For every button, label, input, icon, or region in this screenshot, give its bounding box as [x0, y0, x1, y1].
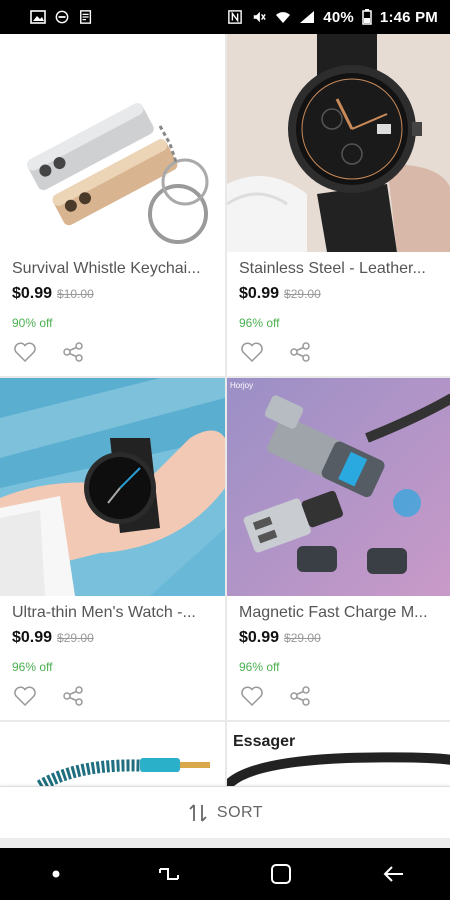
share-button[interactable] — [60, 685, 86, 707]
price-row: $0.99 $29.00 — [239, 629, 321, 647]
share-button[interactable] — [287, 685, 313, 707]
product-title[interactable]: Magnetic Fast Charge M... — [239, 604, 444, 622]
discount-label: 96% off — [12, 660, 53, 674]
card-actions — [12, 685, 86, 707]
battery-icon — [362, 9, 372, 25]
essager-cable-image: Essager — [227, 722, 450, 786]
discount-label: 96% off — [239, 660, 280, 674]
product-price: $0.99 — [12, 285, 53, 302]
signal-icon — [300, 11, 315, 23]
favorite-button[interactable] — [12, 341, 38, 363]
heart-icon — [241, 342, 263, 362]
favorite-button[interactable] — [239, 685, 265, 707]
brand-watermark: Horjoy — [230, 381, 253, 390]
back-arrow-icon — [383, 866, 403, 882]
share-icon — [63, 686, 83, 706]
favorite-button[interactable] — [239, 341, 265, 363]
original-price: $29.00 — [284, 287, 321, 301]
aux-cable-image — [0, 722, 225, 786]
whistle-keychain-image — [0, 34, 225, 252]
share-button[interactable] — [60, 341, 86, 363]
product-card[interactable]: Stainless Steel - Leather... $0.99 $29.0… — [227, 34, 450, 376]
mute-icon — [254, 11, 266, 23]
home-button[interactable] — [261, 854, 301, 894]
dot-icon — [52, 870, 60, 878]
status-right-icons: 40% 1:46 PM — [227, 9, 438, 26]
share-icon — [290, 342, 310, 362]
ultra-thin-watch-image — [0, 378, 225, 596]
bottom-gap — [0, 838, 450, 848]
heart-icon — [14, 686, 36, 706]
magnetic-cable-image: Horjoy — [227, 378, 450, 596]
back-button[interactable] — [374, 854, 414, 894]
sort-button[interactable]: SORT — [0, 786, 450, 839]
product-card[interactable] — [0, 722, 225, 786]
product-image[interactable] — [0, 722, 225, 786]
discount-label: 90% off — [12, 316, 53, 330]
clock: 1:46 PM — [379, 8, 438, 26]
nfc-icon — [228, 10, 243, 24]
product-card[interactable]: Ultra-thin Men's Watch -... $0.99 $29.00… — [0, 378, 225, 720]
product-price: $0.99 — [12, 629, 53, 646]
product-title[interactable]: Survival Whistle Keychai... — [12, 260, 217, 278]
status-left-icons — [30, 10, 94, 24]
product-card[interactable]: Essager — [227, 722, 450, 786]
wifi-icon — [276, 12, 291, 23]
product-card[interactable]: Survival Whistle Keychai... $0.99 $10.00… — [0, 34, 225, 376]
original-price: $10.00 — [57, 287, 94, 301]
product-image[interactable] — [0, 34, 225, 252]
product-image[interactable]: Essager — [227, 722, 450, 786]
product-image[interactable] — [0, 378, 225, 596]
product-title[interactable]: Ultra-thin Men's Watch -... — [12, 604, 217, 622]
heart-icon — [241, 686, 263, 706]
discount-label: 96% off — [239, 316, 280, 330]
nav-dot-button[interactable] — [36, 854, 76, 894]
card-actions — [239, 341, 313, 363]
product-image[interactable]: Horjoy — [227, 378, 450, 596]
product-price: $0.99 — [239, 629, 280, 646]
product-grid[interactable]: Survival Whistle Keychai... $0.99 $10.00… — [0, 34, 450, 786]
original-price: $29.00 — [57, 631, 94, 645]
sort-icon — [189, 804, 207, 822]
recent-apps-icon — [158, 868, 179, 880]
sort-label: SORT — [216, 804, 264, 821]
price-row: $0.99 $29.00 — [239, 285, 321, 303]
battery-percent: 40% — [323, 8, 354, 26]
home-icon — [271, 864, 292, 884]
card-actions — [12, 341, 86, 363]
recent-apps-button[interactable] — [149, 854, 189, 894]
leather-watch-image — [227, 34, 450, 252]
notes-icon — [80, 10, 92, 24]
image-icon — [30, 10, 46, 24]
essager-brand-text: Essager — [233, 733, 295, 750]
product-card[interactable]: Horjoy Magnetic Fast Charge M... $0.99 $… — [227, 378, 450, 720]
share-button[interactable] — [287, 341, 313, 363]
share-icon — [290, 686, 310, 706]
share-icon — [63, 342, 83, 362]
status-bar: 40% 1:46 PM — [0, 0, 450, 34]
card-actions — [239, 685, 313, 707]
product-image[interactable] — [227, 34, 450, 252]
original-price: $29.00 — [284, 631, 321, 645]
price-row: $0.99 $29.00 — [12, 629, 94, 647]
heart-icon — [14, 342, 36, 362]
do-not-disturb-icon — [55, 10, 69, 24]
navigation-bar — [0, 848, 450, 900]
price-row: $0.99 $10.00 — [12, 285, 94, 303]
product-price: $0.99 — [239, 285, 280, 302]
favorite-button[interactable] — [12, 685, 38, 707]
product-title[interactable]: Stainless Steel - Leather... — [239, 260, 444, 278]
